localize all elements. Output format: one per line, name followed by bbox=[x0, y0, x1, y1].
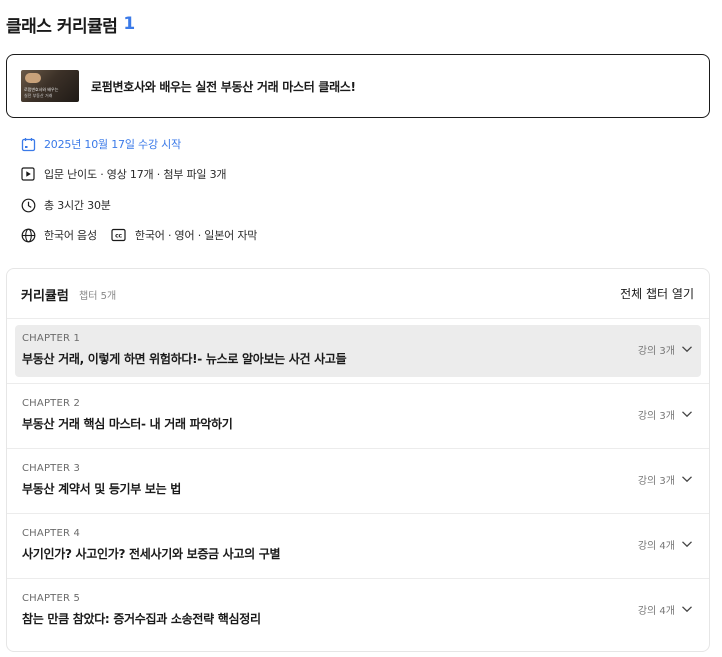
chevron-down-icon[interactable] bbox=[681, 603, 693, 615]
page-title-row: 클래스 커리큘럼 1 bbox=[6, 12, 136, 37]
chevron-down-icon[interactable] bbox=[681, 343, 693, 355]
chapter-title: 사기인가? 사고인가? 전세사기와 보증금 사고의 구별 bbox=[22, 547, 281, 561]
curriculum-title: 커리큘럼 bbox=[21, 289, 69, 304]
chapter-title: 부동산 계약서 및 등기부 보는 법 bbox=[22, 482, 182, 496]
chapter-title: 참는 만큼 참았다: 증거수집과 소송전략 핵심정리 bbox=[22, 612, 261, 626]
clock-icon bbox=[20, 197, 36, 213]
cc-icon: cc bbox=[111, 227, 127, 243]
start-date-text: 2025년 10월 17일 수강 시작 bbox=[44, 138, 182, 151]
class-card[interactable]: 로펌변호사와 배우는 실전 부동산 거래 로펌변호사와 배우는 실전 부동산 거… bbox=[6, 54, 710, 118]
globe-icon bbox=[20, 227, 36, 243]
chapter-title: 부동산 거래, 이렇게 하면 위험하다!- 뉴스로 알아보는 사건 사고들 bbox=[22, 352, 347, 366]
duration-row: 총 3시간 30분 bbox=[20, 196, 111, 214]
page-title: 클래스 커리큘럼 bbox=[6, 16, 118, 37]
chapter-item-1[interactable]: CHAPTER 1 부동산 거래, 이렇게 하면 위험하다!- 뉴스로 알아보는… bbox=[7, 319, 709, 384]
chapter-item-2[interactable]: CHAPTER 2 부동산 거래 핵심 마스터- 내 거래 파악하기 강의 3개 bbox=[7, 384, 709, 449]
calendar-icon bbox=[20, 136, 36, 152]
class-thumbnail: 로펌변호사와 배우는 실전 부동산 거래 bbox=[21, 70, 79, 102]
chapter-label: CHAPTER 1 bbox=[22, 333, 81, 344]
chevron-down-icon[interactable] bbox=[681, 408, 693, 420]
level-media-text: 입문 난이도 · 영상 17개 · 첨부 파일 3개 bbox=[44, 168, 227, 181]
chapter-item-4[interactable]: CHAPTER 4 사기인가? 사고인가? 전세사기와 보증금 사고의 구별 강… bbox=[7, 514, 709, 579]
svg-text:cc: cc bbox=[116, 233, 123, 240]
lecture-count: 강의 3개 bbox=[637, 411, 675, 422]
chapter-title: 부동산 거래 핵심 마스터- 내 거래 파악하기 bbox=[22, 417, 233, 431]
chapter-count: 챕터 5개 bbox=[79, 291, 117, 302]
chapter-label: CHAPTER 2 bbox=[22, 398, 81, 409]
chevron-down-icon[interactable] bbox=[681, 473, 693, 485]
start-date-row: 2025년 10월 17일 수강 시작 bbox=[20, 135, 181, 153]
lecture-count: 강의 3개 bbox=[637, 346, 675, 357]
lecture-count: 강의 3개 bbox=[637, 476, 675, 487]
language-row: 한국어 음성 cc 한국어 · 영어 · 일본어 자막 bbox=[20, 226, 257, 244]
level-media-row: 입문 난이도 · 영상 17개 · 첨부 파일 3개 bbox=[20, 165, 227, 183]
chapter-label: CHAPTER 4 bbox=[22, 528, 81, 539]
audio-text: 한국어 음성 bbox=[44, 229, 97, 242]
subtitles-text: 한국어 · 영어 · 일본어 자막 bbox=[134, 229, 258, 242]
curriculum-panel: 커리큘럼 챕터 5개 전체 챕터 열기 CHAPTER 1 부동산 거래, 이렇… bbox=[6, 268, 710, 652]
chapter-item-5[interactable]: CHAPTER 5 참는 만큼 참았다: 증거수집과 소송전략 핵심정리 강의 … bbox=[7, 579, 709, 644]
class-title: 로펌변호사와 배우는 실전 부동산 거래 마스터 클래스! bbox=[91, 79, 356, 94]
play-icon bbox=[20, 166, 36, 182]
thumbnail-text-2: 실전 부동산 거래 bbox=[24, 93, 53, 98]
chapter-label: CHAPTER 5 bbox=[22, 593, 81, 604]
lecture-count: 강의 4개 bbox=[637, 606, 675, 617]
class-count: 1 bbox=[123, 14, 136, 34]
open-all-chapters-button[interactable]: 전체 챕터 열기 bbox=[620, 285, 694, 302]
chapter-item-3[interactable]: CHAPTER 3 부동산 계약서 및 등기부 보는 법 강의 3개 bbox=[7, 449, 709, 514]
chevron-down-icon[interactable] bbox=[681, 538, 693, 550]
duration-text: 총 3시간 30분 bbox=[44, 199, 111, 212]
curriculum-header: 커리큘럼 챕터 5개 전체 챕터 열기 bbox=[7, 269, 709, 319]
lecture-count: 강의 4개 bbox=[637, 541, 675, 552]
chapter-label: CHAPTER 3 bbox=[22, 463, 81, 474]
